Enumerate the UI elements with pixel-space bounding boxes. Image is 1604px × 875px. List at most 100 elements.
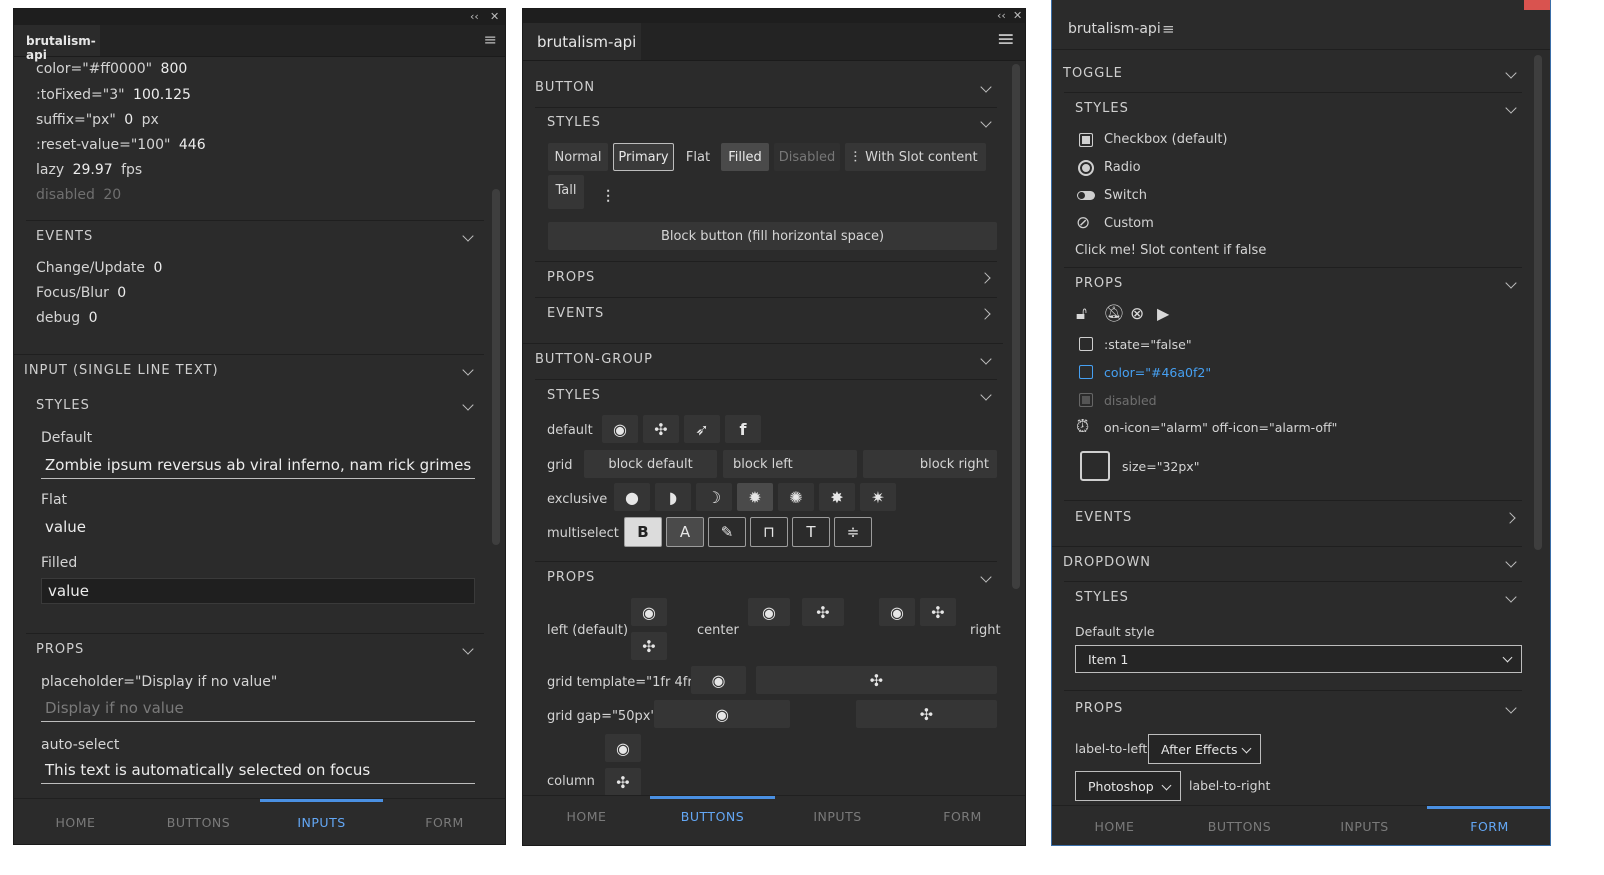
block-button[interactable]: Block button (fill horizontal space) — [548, 222, 997, 250]
highlighter-icon[interactable]: ✎ — [708, 517, 746, 547]
props-section-title[interactable]: PROPS — [36, 642, 84, 657]
row-value[interactable]: 100.125 — [133, 87, 191, 103]
brightness-medium-icon[interactable]: ✸ — [819, 483, 855, 511]
eye-off-icon[interactable]: ⊘ — [1076, 213, 1090, 233]
panel-tab[interactable]: brutalism-api — [1052, 10, 1161, 49]
github-icon[interactable]: ◉ — [748, 598, 790, 626]
moon-half-icon[interactable]: ◗ — [655, 483, 691, 511]
flat-button[interactable]: Flat — [680, 143, 716, 171]
nav-buttons[interactable]: BUTTONS — [1177, 806, 1302, 845]
dropdown-section-title[interactable]: DROPDOWN — [1063, 555, 1151, 570]
facebook-icon[interactable]: f — [725, 415, 761, 443]
switch-icon[interactable] — [1077, 191, 1095, 200]
video-icon[interactable]: ▶ — [1157, 304, 1169, 323]
events-section-title[interactable]: EVENTS — [547, 306, 604, 321]
checkbox-large-icon[interactable] — [1080, 451, 1110, 481]
chevron-down-icon[interactable] — [462, 399, 474, 411]
nav-home[interactable]: HOME — [14, 799, 137, 844]
brightness-high-icon[interactable]: ✷ — [860, 483, 896, 511]
chevron-down-icon[interactable] — [980, 116, 992, 128]
filled-input[interactable]: value — [48, 582, 89, 600]
styles-section-title[interactable]: STYLES — [547, 388, 601, 403]
props-section-title[interactable]: PROPS — [1075, 276, 1123, 291]
github-icon[interactable]: ◉ — [602, 415, 638, 443]
chevron-down-icon[interactable] — [1505, 702, 1517, 714]
styles-section-title[interactable]: STYLES — [36, 398, 90, 413]
chevron-down-icon[interactable] — [1505, 67, 1517, 79]
slack-icon[interactable]: ✣ — [605, 768, 641, 796]
twitter-icon[interactable]: ➶ — [684, 415, 720, 443]
hamburger-menu-icon[interactable]: ≡ — [484, 30, 497, 49]
panel-tab[interactable]: brutalism-api — [14, 25, 100, 62]
hamburger-menu-icon[interactable]: ≡ — [997, 27, 1015, 52]
slack-icon[interactable]: ✣ — [756, 666, 997, 694]
github-icon[interactable]: ◉ — [631, 598, 667, 626]
slack-icon[interactable]: ✣ — [920, 598, 956, 626]
styles-section-title[interactable]: STYLES — [1075, 101, 1129, 116]
nav-inputs[interactable]: INPUTS — [1302, 806, 1427, 845]
flat-input[interactable]: value — [45, 518, 86, 536]
slot-content-text[interactable]: Click me! Slot content if false — [1075, 243, 1266, 258]
bold-toggle[interactable]: B — [624, 517, 662, 547]
row-value[interactable]: 446 — [179, 137, 206, 153]
styles-section-title[interactable]: STYLES — [1075, 590, 1129, 605]
block-default-button[interactable]: block default — [584, 450, 717, 478]
scrollbar[interactable] — [492, 189, 500, 545]
close-icon[interactable]: ✕ — [1013, 9, 1022, 23]
after-effects-dropdown[interactable]: After Effects — [1148, 734, 1261, 764]
button-section-title[interactable]: BUTTON — [535, 80, 595, 95]
chevron-down-icon[interactable] — [980, 389, 992, 401]
panel-tab[interactable]: brutalism-api — [523, 23, 641, 60]
props-section-title[interactable]: PROPS — [547, 570, 595, 585]
slot-content-button[interactable]: ⫶ With Slot content — [845, 143, 986, 171]
events-section-title[interactable]: EVENTS — [36, 229, 93, 244]
filled-input-box[interactable]: value — [41, 578, 475, 604]
brightness-low-icon[interactable]: ✺ — [778, 483, 814, 511]
button-group-section-title[interactable]: BUTTON-GROUP — [535, 352, 653, 367]
toggle-section-title[interactable]: TOGGLE — [1063, 66, 1123, 81]
autoselect-input[interactable]: This text is automatically selected on f… — [45, 761, 370, 779]
nav-buttons[interactable]: BUTTONS — [650, 796, 775, 836]
placeholder-input[interactable]: Display if no value — [45, 699, 184, 717]
props-section-title[interactable]: PROPS — [547, 270, 595, 285]
chevron-down-icon[interactable] — [462, 643, 474, 655]
events-section-title[interactable]: EVENTS — [1075, 510, 1132, 525]
tall-button[interactable]: Tall — [548, 175, 584, 209]
default-input[interactable]: Zombie ipsum reversus ab viral inferno, … — [45, 456, 475, 474]
collapse-icon[interactable]: ‹‹ — [470, 9, 479, 25]
chevron-right-icon[interactable] — [979, 308, 991, 320]
slack-icon[interactable]: ✣ — [856, 700, 997, 728]
chevron-down-icon[interactable] — [1505, 102, 1517, 114]
scrollbar[interactable] — [1534, 55, 1542, 550]
default-dropdown[interactable]: Item 1 — [1075, 645, 1522, 673]
github-icon[interactable]: ◉ — [605, 734, 641, 762]
format-paint-icon[interactable]: ⊓ — [750, 517, 788, 547]
block-left-button[interactable]: block left — [723, 450, 857, 478]
checkbox-blue-icon[interactable] — [1079, 365, 1093, 379]
chevron-right-icon[interactable] — [1504, 512, 1516, 524]
nav-home[interactable]: HOME — [1052, 806, 1177, 845]
slack-icon[interactable]: ✣ — [643, 415, 679, 443]
block-right-button[interactable]: block right — [863, 450, 997, 478]
slack-icon[interactable]: ✣ — [802, 598, 844, 626]
collapse-icon[interactable]: ‹‹ — [997, 9, 1006, 23]
moon-crescent-icon[interactable]: ☽ — [696, 483, 732, 511]
chevron-down-icon[interactable] — [980, 353, 992, 365]
chevron-down-icon[interactable] — [980, 81, 992, 93]
nav-buttons[interactable]: BUTTONS — [137, 799, 260, 844]
chevron-down-icon[interactable] — [980, 571, 992, 583]
slack-icon[interactable]: ✣ — [631, 632, 667, 660]
strikethrough-icon[interactable]: ≑ — [834, 517, 872, 547]
input-section-title[interactable]: INPUT (SINGLE LINE TEXT) — [24, 363, 219, 378]
chevron-right-icon[interactable] — [979, 272, 991, 284]
github-icon[interactable]: ◉ — [654, 700, 790, 728]
close-icon[interactable]: ✕ — [490, 9, 499, 25]
moon-full-icon[interactable]: ● — [614, 483, 650, 511]
text-color-toggle[interactable]: A — [666, 517, 704, 547]
lock-open-icon[interactable]: 🔓︎ — [1076, 304, 1087, 324]
row-value[interactable]: 0 — [124, 112, 133, 128]
nav-inputs[interactable]: INPUTS — [260, 799, 383, 844]
alarm-off-icon[interactable]: ⏰︎ — [1076, 417, 1089, 437]
primary-button[interactable]: Primary — [613, 143, 674, 171]
account-off-icon[interactable]: ⊗ — [1130, 304, 1144, 324]
